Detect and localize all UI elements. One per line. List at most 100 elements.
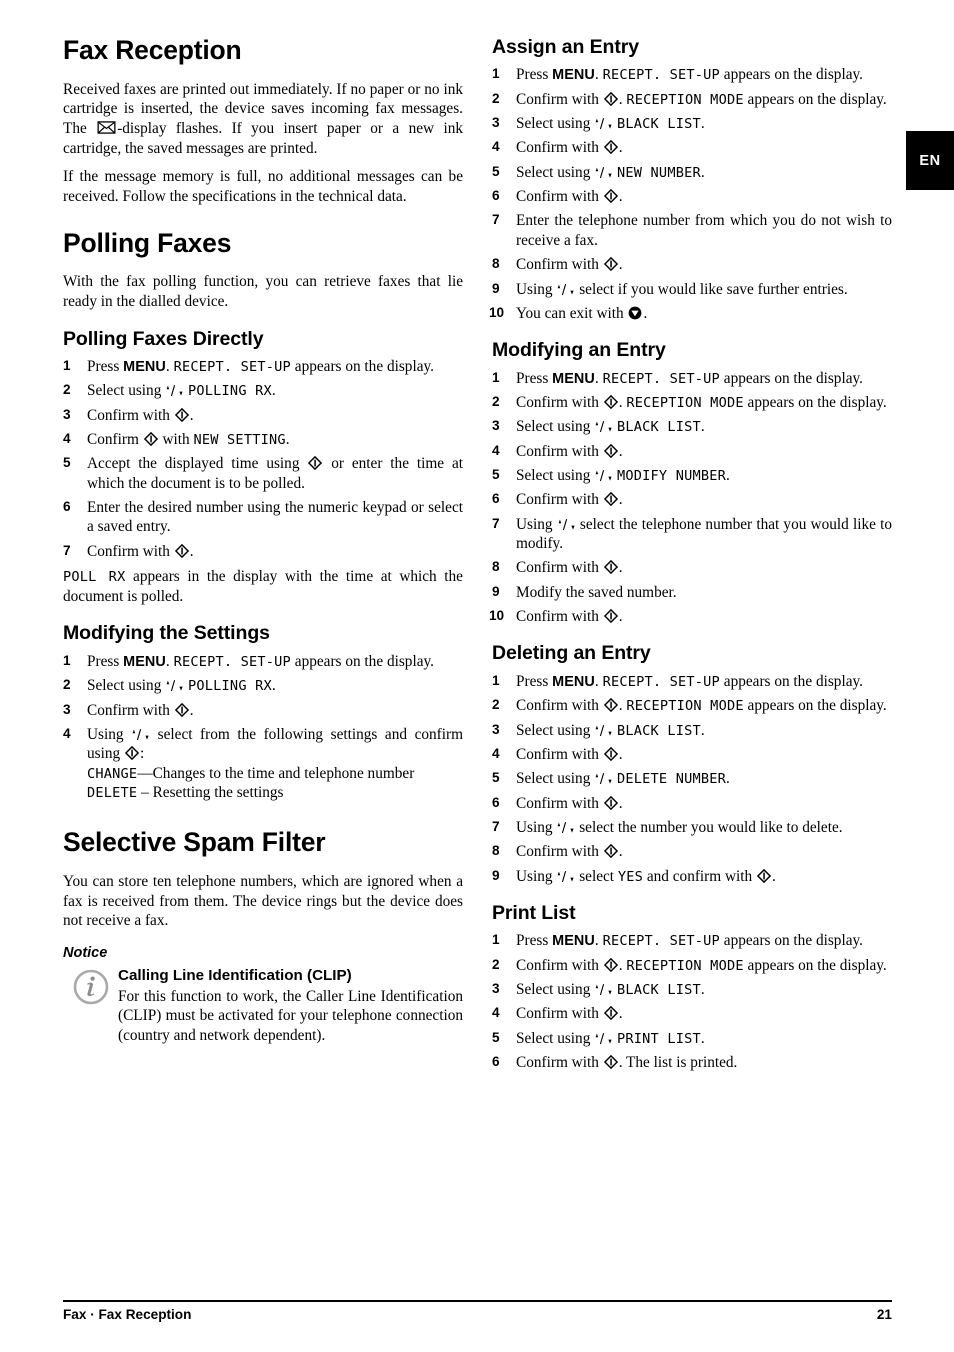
step-text: .: [594, 369, 603, 387]
lcd-text: RECEPTION MODE: [626, 957, 744, 974]
step-text: Confirm with: [516, 745, 603, 763]
step-number: 10: [489, 304, 505, 320]
list-item: 5 Accept the displayed time using or ente…: [63, 454, 463, 493]
step-text: .: [700, 721, 705, 739]
list-item: 2 Select using POLLING RX.: [63, 381, 463, 400]
step-text: .: [285, 431, 290, 449]
list-item: 5 Select using PRINT LIST.: [492, 1029, 892, 1048]
list-item: 5 Select using MODIFY NUMBER.: [492, 466, 892, 485]
up-down-arrow-icon: [557, 821, 574, 834]
paragraph-fax-reception-intro: Received faxes are printed out immediate…: [63, 80, 463, 159]
list-item: 10 Confirm with .: [489, 607, 892, 626]
stop-key-icon: [629, 306, 642, 320]
step-text: .: [700, 1029, 705, 1047]
step-text: .: [618, 745, 623, 763]
heading-deleting-an-entry: Deleting an Entry: [492, 642, 651, 665]
step-text: Select using: [516, 1029, 595, 1047]
up-down-arrow-icon: [595, 118, 612, 130]
lcd-text: RECEPT. SET-UP: [173, 359, 291, 376]
paragraph-polling-intro: With the fax polling function, you can r…: [63, 273, 463, 310]
intro-text-part2: -display flashes. If you insert paper or…: [63, 119, 464, 157]
list-item: 8 Confirm with .: [492, 255, 892, 274]
ok-key-icon: [603, 795, 618, 810]
step-number: 1: [492, 672, 500, 688]
step-text: .: [772, 867, 776, 885]
lcd-text: BLACK LIST: [617, 116, 701, 133]
step-text: Select using: [516, 981, 595, 999]
up-down-arrow-icon: [595, 984, 612, 996]
step-number: 9: [492, 280, 500, 296]
step-number: 4: [492, 139, 500, 155]
lcd-text: BLACK LIST: [617, 722, 701, 739]
envelope-icon: [97, 121, 116, 134]
step-text: appears on the display.: [743, 90, 887, 108]
steps-assign-entry: 1 Press MENU. RECEPT. SET-UP appears on t…: [489, 65, 892, 323]
step-text: appears on the display.: [719, 66, 863, 84]
list-item: 6 Confirm with .: [492, 490, 892, 509]
step-text: Confirm with: [516, 393, 603, 411]
steps-polling-directly: 1 Press MENU. RECEPT. SET-UP appears on t…: [63, 357, 463, 561]
step-number: 4: [63, 431, 71, 447]
paragraph-memory-full: If the message memory is full, no additi…: [63, 168, 463, 205]
step-number: 4: [492, 1005, 500, 1021]
step-text: Press: [87, 652, 124, 670]
step-text: Confirm with: [516, 1005, 603, 1023]
footer-page-number: 21: [876, 1307, 892, 1323]
list-item: 10 You can exit with .: [489, 304, 892, 323]
list-item: 2 Confirm with . RECEPTION MODE appears o…: [492, 393, 892, 412]
lcd-text: RECEPTION MODE: [626, 698, 744, 715]
lcd-text: DELETE NUMBER: [617, 771, 727, 788]
ok-key-icon: [603, 957, 618, 972]
step-text: .: [700, 418, 705, 436]
list-item: 7 Enter the telephone number from which y…: [492, 211, 892, 250]
list-item: 1 Press MENU. RECEPT. SET-UP appears on t…: [63, 652, 463, 671]
step-text: appears on the display.: [719, 672, 863, 690]
step-text: . The list is printed.: [618, 1054, 738, 1072]
ok-key-icon: [603, 91, 618, 106]
step-text: Using: [516, 280, 557, 298]
step-text: .: [618, 491, 623, 509]
step-text: Confirm with: [516, 956, 603, 974]
ok-key-icon: [603, 140, 618, 155]
lcd-text: BLACK LIST: [617, 419, 701, 436]
paragraph-spam-intro: You can store ten telephone numbers, whi…: [63, 872, 463, 930]
step-text: Enter the telephone number from which yo…: [516, 212, 892, 249]
language-tab-en: EN: [906, 131, 954, 190]
step-number: 5: [492, 163, 500, 179]
step-number: 8: [492, 559, 500, 575]
step-text: Confirm with: [87, 701, 174, 719]
step-text: Confirm with: [516, 188, 603, 206]
lcd-poll-rx: POLL RX: [63, 569, 126, 586]
step-text: .: [189, 701, 194, 719]
step-text: .: [271, 677, 276, 695]
step-number: 1: [63, 652, 71, 668]
step-number: 1: [492, 932, 500, 948]
step-number: 1: [63, 358, 71, 374]
step-number: 6: [492, 1054, 500, 1070]
step-number: 9: [492, 583, 500, 599]
key-label: MENU: [552, 370, 595, 387]
step-text: select if you would like save further en…: [575, 280, 848, 298]
step4-colon: :: [139, 745, 145, 763]
list-item: 1 Press MENU. RECEPT. SET-UP appears on t…: [492, 672, 892, 691]
step-text: .: [700, 115, 705, 133]
step-text: .: [618, 1005, 623, 1023]
ok-key-icon: [603, 492, 618, 507]
step-text: Modify the saved number.: [516, 583, 677, 601]
list-item: 3 Confirm with .: [63, 701, 463, 720]
up-down-arrow-icon: [558, 518, 575, 530]
list-item: 2 Confirm with . RECEPTION MODE appears o…: [492, 90, 892, 109]
step-number: 2: [492, 393, 500, 409]
step-number: 2: [492, 697, 500, 713]
step-text: Confirm with: [516, 491, 603, 509]
step-number: 5: [63, 455, 71, 471]
lcd-text: POLLING RX: [188, 383, 272, 400]
step-text: select: [575, 867, 618, 885]
key-label: MENU: [123, 653, 166, 670]
list-item: 8 Confirm with .: [492, 558, 892, 577]
ok-key-icon: [174, 543, 189, 558]
lcd-change: CHANGE: [87, 765, 138, 782]
step-text: .: [618, 794, 623, 812]
step-text: .: [271, 382, 276, 400]
step-text: Select using: [87, 677, 166, 695]
